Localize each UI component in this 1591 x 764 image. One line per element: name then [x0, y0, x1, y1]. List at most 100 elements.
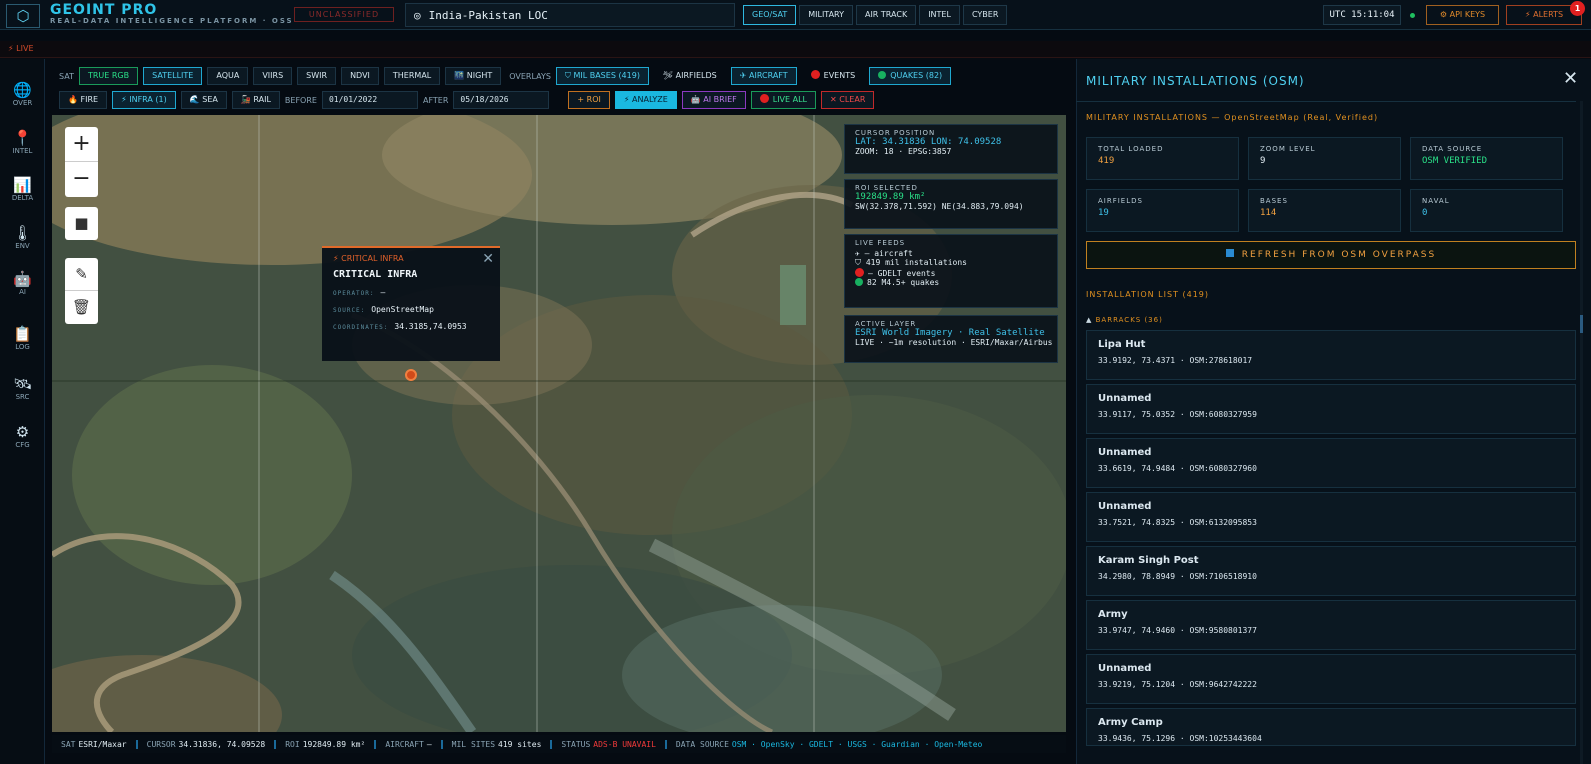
sidebar-item-src[interactable]: 🛰 SRC: [0, 359, 45, 404]
aqua-button[interactable]: AQUA: [207, 67, 249, 85]
tab-intel[interactable]: INTEL: [919, 5, 960, 25]
zoom-out-button[interactable]: −: [65, 162, 98, 197]
live-label: ⚡ LIVE: [8, 44, 34, 53]
popup-operator: OPERATOR: —: [333, 288, 489, 297]
aircraft-button[interactable]: ✈ AIRCRAFT: [730, 67, 797, 85]
ndvi-button[interactable]: NDVI: [341, 67, 379, 85]
list-item[interactable]: Unnamed 33.9219, 75.1204 · OSM:9642742222: [1086, 654, 1576, 704]
status-roi-value: 192849.89 km²: [302, 739, 366, 749]
status-data-source: DATA SOURCE OSM · OpenSky · GDELT · USGS …: [664, 739, 991, 749]
mil-bases-button[interactable]: ⛉ MIL BASES (419): [555, 67, 649, 85]
sidebar-item-label: LOG: [15, 343, 30, 351]
roi-button[interactable]: + ROI: [568, 91, 610, 109]
feed-aircraft: ✈ – aircraft: [855, 249, 913, 258]
ai-brief-button[interactable]: 🤖 AI BRIEF: [681, 91, 746, 109]
alert-count-badge: 1: [1570, 1, 1585, 16]
infra-button[interactable]: ⚡ INFRA (1): [112, 91, 176, 109]
after-date-input[interactable]: 05/18/2026: [453, 91, 550, 109]
stat-data-source: DATA SOURCE OSM VERIFIED: [1410, 137, 1563, 180]
cursor-zoom: ZOOM: 18 · EPSG:3857: [855, 147, 952, 156]
item-coords: 33.7521, 74.8325 · OSM:6132095853: [1098, 518, 1257, 527]
status-dot: [1410, 13, 1415, 18]
item-coords: 33.9117, 75.0352 · OSM:6080327959: [1098, 410, 1257, 419]
live-all-button[interactable]: LIVE ALL: [750, 91, 817, 109]
refresh-icon: [1225, 249, 1234, 257]
category-header[interactable]: ▲ BARRACKS (36): [1086, 316, 1163, 324]
item-name: Karam Singh Post: [1098, 555, 1199, 566]
list-item[interactable]: Karam Singh Post 34.2980, 78.8949 · OSM:7…: [1086, 546, 1576, 596]
search-field[interactable]: ◎ India-Pakistan LOC: [405, 3, 735, 27]
status-status-value: ADS-B UNAVAIL: [593, 739, 656, 749]
true-rgb-button[interactable]: TRUE RGB: [78, 67, 139, 85]
status-bar: SAT ESRI/Maxar CURSOR 34.31836, 74.09528 R…: [52, 735, 1066, 753]
satellite-map[interactable]: + − ■ ✎ 🗑 CURSOR POSITION LAT: 34.31836 …: [52, 115, 1066, 732]
night-button[interactable]: 🌃 NIGHT: [445, 67, 502, 85]
edit-icon[interactable]: ✎: [65, 258, 98, 291]
rail-button[interactable]: 🚂 RAIL: [231, 91, 280, 109]
popup-title: CRITICAL INFRA: [333, 269, 418, 280]
panel-scrollbar[interactable]: [1580, 101, 1583, 764]
close-icon[interactable]: ✕: [482, 251, 494, 267]
red-dot-icon: [810, 70, 820, 79]
feed-quakes: 82 M4.5+ quakes: [855, 278, 1047, 287]
list-item[interactable]: Army 33.9747, 74.9460 · OSM:9580801377: [1086, 600, 1576, 650]
status-sat-key: SAT: [61, 739, 76, 749]
events-button[interactable]: EVENTS: [802, 67, 865, 85]
refresh-osm-button[interactable]: REFRESH FROM OSM OVERPASS: [1086, 241, 1576, 269]
sidebar-item-env[interactable]: 🌡 ENV: [0, 208, 45, 253]
sidebar-item-intel[interactable]: 📍 INTEL: [0, 113, 45, 158]
trash-icon[interactable]: 🗑: [65, 291, 98, 324]
clipboard-icon: 📋: [13, 325, 32, 343]
satellite-button[interactable]: SATELLITE: [143, 67, 203, 85]
list-item[interactable]: Unnamed 33.9117, 75.0352 · OSM:6080327959: [1086, 384, 1576, 434]
tab-cyber[interactable]: CYBER: [962, 5, 1008, 25]
sidebar-item-log[interactable]: 📋 LOG: [0, 309, 45, 354]
status-cursor: CURSOR 34.31836, 74.09528: [135, 739, 275, 749]
search-input[interactable]: India-Pakistan LOC: [429, 9, 548, 22]
sidebar-item-ai[interactable]: 🤖 AI: [0, 254, 45, 299]
item-coords: 33.6619, 74.9484 · OSM:6080327960: [1098, 464, 1257, 473]
zoom-in-button[interactable]: +: [65, 127, 98, 162]
airfields-button[interactable]: 🛩 AIRFIELDS: [654, 67, 726, 85]
hexagon-icon[interactable]: ⬡: [6, 4, 40, 28]
list-item[interactable]: Unnamed 33.7521, 74.8325 · OSM:6132095853: [1086, 492, 1576, 542]
cursor-coords: LAT: 34.31836 LON: 74.09528: [855, 137, 1002, 147]
tab-geo-sat[interactable]: GEO/SAT: [743, 5, 797, 25]
fire-button[interactable]: 🔥 FIRE: [59, 91, 108, 109]
list-item[interactable]: Unnamed 33.6619, 74.9484 · OSM:6080327960: [1086, 438, 1576, 488]
clear-button[interactable]: ✕ CLEAR: [821, 91, 875, 109]
bar-chart-icon: 📊: [13, 176, 32, 194]
stat-value: OSM VERIFIED: [1422, 156, 1488, 166]
list-item[interactable]: Army Camp 33.9436, 75.1296 · OSM:10253443…: [1086, 708, 1576, 746]
sidebar-item-cfg[interactable]: ⚙ CFG: [0, 407, 45, 452]
active-layer-name: ESRI World Imagery · Real Satellite: [855, 328, 1045, 338]
feed-gdelt-label: – GDELT events: [868, 269, 936, 278]
quakes-button[interactable]: QUAKES (82): [869, 67, 952, 85]
stat-key: ZOOM LEVEL: [1260, 145, 1316, 153]
analyze-button[interactable]: ⚡ ANALYZE: [614, 91, 677, 109]
before-date-input[interactable]: 01/01/2022: [321, 91, 418, 109]
viirs-button[interactable]: VIIRS: [253, 67, 293, 85]
infra-marker[interactable]: [405, 369, 417, 381]
tab-military[interactable]: MILITARY: [799, 5, 853, 25]
api-keys-button[interactable]: ⚙ API KEYS: [1426, 5, 1499, 25]
stat-key: TOTAL LOADED: [1098, 145, 1164, 153]
sea-button[interactable]: 🌊 SEA: [180, 91, 227, 109]
scrollbar-thumb[interactable]: [1580, 315, 1583, 333]
sidebar-item-delta[interactable]: 📊 DELTA: [0, 160, 45, 205]
roi-bounds: SW(32.378,71.592) NE(34.883,79.094): [855, 202, 1024, 211]
sidebar-item-label: SRC: [15, 393, 30, 401]
item-coords: 33.9192, 73.4371 · OSM:278618017: [1098, 356, 1253, 365]
globe-icon: 🌐: [13, 81, 32, 99]
sidebar-item-over[interactable]: 🌐 OVER: [0, 65, 45, 110]
list-item[interactable]: Lipa Hut 33.9192, 73.4371 · OSM:278618017: [1086, 330, 1576, 380]
stat-value: 0: [1422, 208, 1428, 218]
thermal-button[interactable]: THERMAL: [383, 67, 441, 85]
close-icon[interactable]: ✕: [1563, 68, 1578, 89]
swir-button[interactable]: SWIR: [297, 67, 337, 85]
stop-draw-button[interactable]: ■: [65, 207, 98, 240]
item-name: Unnamed: [1098, 663, 1152, 674]
tab-air-track[interactable]: AIR TRACK: [855, 5, 917, 25]
stat-airfields: AIRFIELDS 19: [1086, 189, 1239, 232]
sidebar-item-label: AI: [19, 288, 26, 296]
